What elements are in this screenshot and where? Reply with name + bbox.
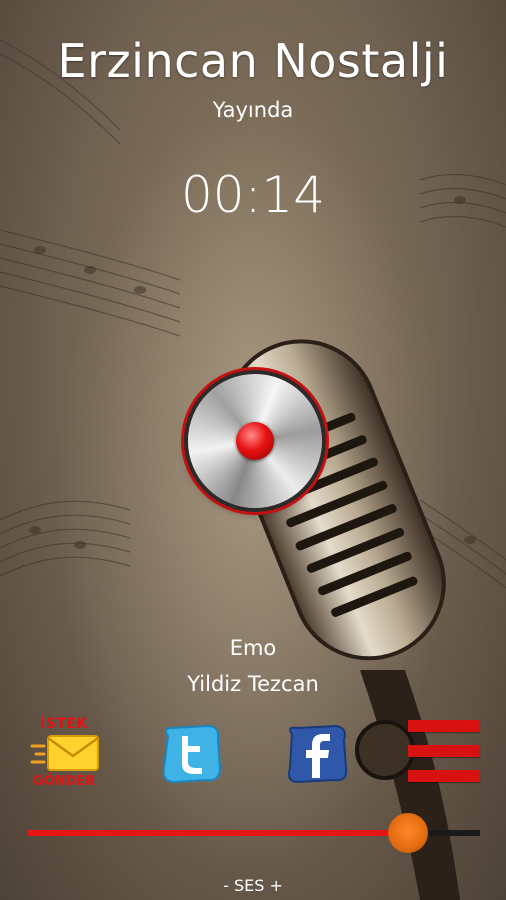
request-bottom-label: GÖNDER xyxy=(32,774,96,789)
volume-label: - SES + xyxy=(223,876,283,895)
facebook-share-button[interactable] xyxy=(284,722,350,786)
volume-slider-thumb[interactable] xyxy=(388,813,428,853)
request-song-button[interactable]: İSTEK GÖNDER xyxy=(26,716,102,790)
elapsed-timer: 00:14 xyxy=(180,166,326,224)
volume-slider-fill xyxy=(28,830,408,836)
now-playing-artist: Emo xyxy=(229,636,277,660)
record-dot-icon xyxy=(236,422,274,460)
menu-icon-bar-middle xyxy=(408,745,480,757)
menu-icon-bar-bottom xyxy=(408,770,480,782)
station-name: Erzincan Nostalji xyxy=(57,34,449,88)
request-top-label: İSTEK xyxy=(40,716,88,732)
now-playing-title: Yildiz Tezcan xyxy=(187,672,319,696)
radio-player-screen: Erzincan Nostalji Yayında 00:14 Emo Yild… xyxy=(0,0,506,900)
volume-slider[interactable] xyxy=(28,812,480,856)
menu-button[interactable] xyxy=(408,718,480,784)
broadcast-status: Yayında xyxy=(212,98,294,122)
facebook-icon xyxy=(288,724,348,784)
twitter-icon xyxy=(162,724,222,784)
menu-icon-bar-top xyxy=(408,720,480,732)
play-stop-button[interactable] xyxy=(188,374,322,508)
envelope-icon xyxy=(30,735,99,771)
twitter-share-button[interactable] xyxy=(158,722,224,786)
